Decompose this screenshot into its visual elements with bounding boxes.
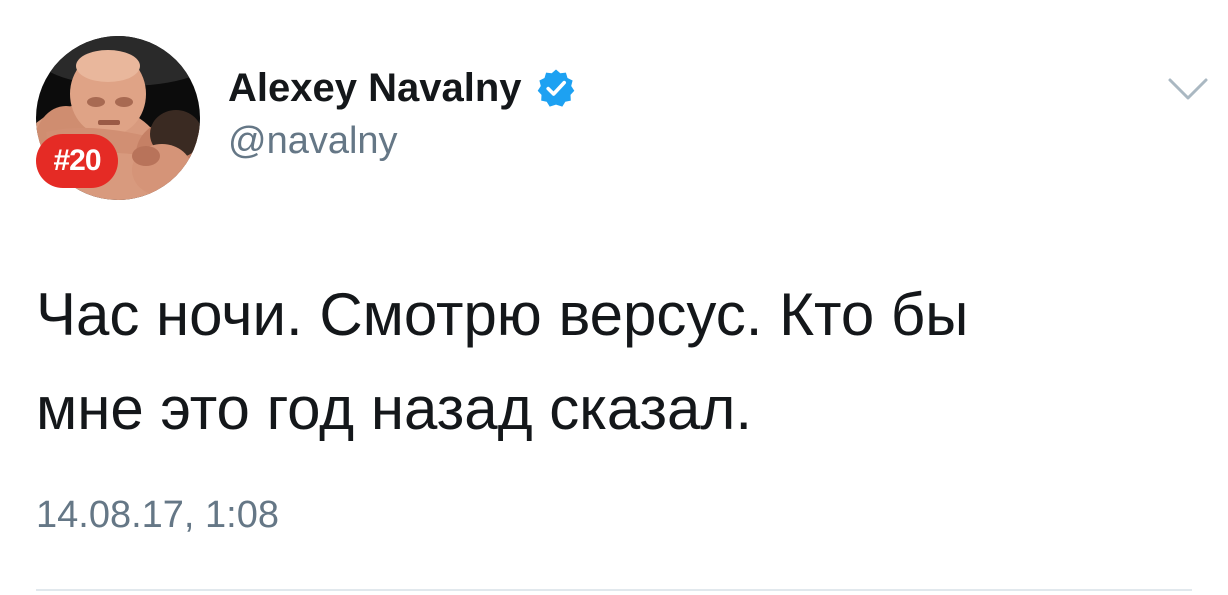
tweet-text: Час ночи. Смотрю версус. Кто бы мне это … — [36, 281, 969, 442]
verified-badge-icon — [536, 68, 576, 108]
divider — [36, 589, 1192, 591]
tweet-timestamp[interactable]: 14.08.17, 1:08 — [36, 494, 279, 537]
avatar-badge: #20 — [36, 134, 118, 188]
author-name-row: Alexey Navalny — [228, 64, 576, 112]
chevron-down-icon[interactable] — [1166, 74, 1210, 104]
tweet-card: #20 Alexey Navalny @navalny Час ночи. См… — [0, 0, 1228, 595]
author-handle[interactable]: @navalny — [228, 120, 398, 163]
author-display-name[interactable]: Alexey Navalny — [228, 66, 522, 111]
